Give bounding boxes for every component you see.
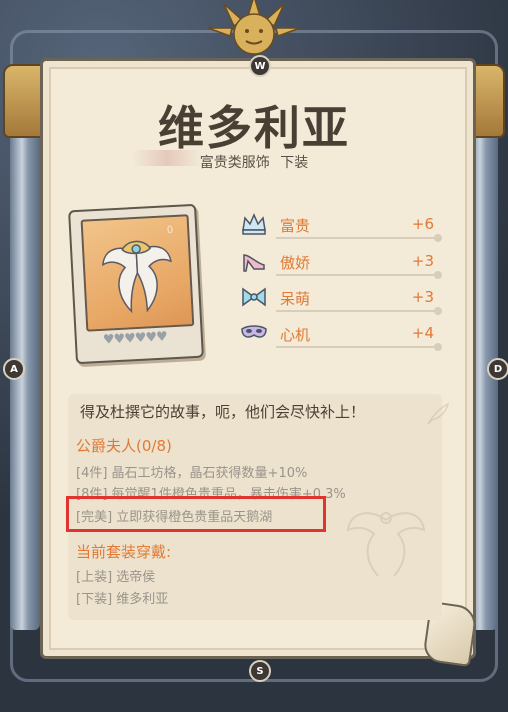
attribute-label: 心机 xyxy=(280,326,311,344)
attribute-row-cute: 呆萌 +3 xyxy=(240,285,442,315)
crown-icon xyxy=(242,213,266,235)
watermark-wings-icon xyxy=(346,512,426,577)
card-count: 0 xyxy=(166,224,174,237)
attribute-value: +3 xyxy=(411,288,434,306)
item-description: 得及杜撰它的故事，呃，他们会尽快补上！ xyxy=(80,403,366,421)
attribute-value: +3 xyxy=(411,252,434,270)
attribute-label: 呆萌 xyxy=(280,290,311,308)
wearing-item-top: [上装] 选帝侯 xyxy=(76,570,156,585)
item-title: 维多利亚 xyxy=(158,101,350,155)
compass-north-label: W xyxy=(254,60,266,72)
attribute-divider xyxy=(276,343,442,351)
wing-skirt-icon xyxy=(102,240,172,314)
attribute-value: +4 xyxy=(411,324,434,342)
sun-ornament-icon xyxy=(207,0,301,55)
bow-icon xyxy=(242,287,266,307)
feather-icon xyxy=(427,402,450,425)
item-subtitle: 富贵类服饰 下装 xyxy=(0,152,508,172)
compass-south-label: S xyxy=(256,665,264,677)
attribute-row-tsundere: 傲娇 +3 xyxy=(240,249,442,279)
wearing-title: 当前套装穿戴: xyxy=(76,543,172,561)
item-slot: 下装 xyxy=(280,155,309,171)
attribute-divider xyxy=(276,234,442,242)
attribute-label: 傲娇 xyxy=(280,254,311,272)
attribute-label: 富贵 xyxy=(280,217,311,235)
compass-west-label: A xyxy=(10,363,18,375)
compass-south-marker: S xyxy=(249,660,271,682)
compass-north-marker: W xyxy=(249,55,271,77)
star-rating-hearts: ♥♥♥♥♥♥ xyxy=(102,329,168,348)
compass-east-marker: D xyxy=(487,358,508,380)
high-heel-icon xyxy=(243,254,265,272)
highlight-annotation-box xyxy=(66,496,326,532)
wearing-item-bottom: [下装] 维多利亚 xyxy=(76,592,169,607)
mask-icon xyxy=(241,325,267,338)
attribute-divider xyxy=(276,307,442,315)
item-category: 富贵类服饰 xyxy=(199,155,270,171)
compass-east-label: D xyxy=(493,363,503,375)
attribute-divider xyxy=(276,271,442,279)
attribute-row-wealth: 富贵 +6 xyxy=(240,212,442,242)
attribute-row-scheming: 心机 +4 xyxy=(240,321,442,351)
compass-west-marker: A xyxy=(3,358,25,380)
attribute-value: +6 xyxy=(411,215,434,233)
item-image-frame: 0 xyxy=(80,214,195,332)
set-bonus-4: [4件] 晶石工坊格，晶石获得数量+10% xyxy=(76,466,308,481)
set-name: 公爵夫人(0/8) xyxy=(76,437,172,455)
item-card[interactable]: 0 ♥♥♥♥♥♥ xyxy=(68,203,204,365)
